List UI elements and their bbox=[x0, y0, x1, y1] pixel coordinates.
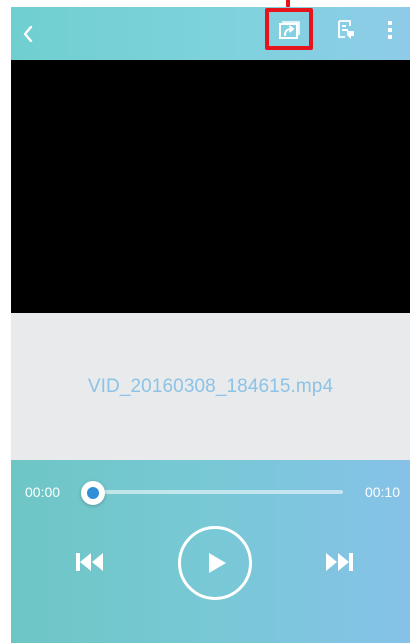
skip-next-icon bbox=[326, 553, 353, 571]
file-info-panel: VID_20160308_184615.mp4 bbox=[11, 313, 410, 460]
top-toolbar bbox=[11, 7, 410, 60]
current-time: 00:00 bbox=[25, 484, 61, 500]
play-icon bbox=[209, 553, 226, 573]
seek-thumb[interactable] bbox=[81, 481, 105, 505]
playback-controls: 00:00 00:10 bbox=[11, 460, 410, 643]
share-to-screen-button[interactable] bbox=[265, 7, 313, 60]
details-icon bbox=[338, 19, 354, 39]
play-button[interactable] bbox=[178, 526, 252, 600]
video-player-screen: VID_20160308_184615.mp4 00:00 00:10 bbox=[0, 0, 410, 643]
seek-thumb-dot bbox=[87, 487, 99, 499]
total-time: 00:10 bbox=[364, 484, 400, 500]
more-vertical-icon bbox=[388, 20, 392, 39]
details-button[interactable] bbox=[329, 7, 363, 60]
previous-button[interactable] bbox=[65, 544, 115, 580]
chevron-left-icon bbox=[23, 25, 33, 42]
skip-previous-icon bbox=[76, 553, 103, 571]
annotation-highlight-box bbox=[265, 8, 313, 50]
more-options-button[interactable] bbox=[373, 7, 407, 60]
file-name: VID_20160308_184615.mp4 bbox=[87, 375, 334, 397]
video-surface[interactable] bbox=[11, 60, 410, 313]
seek-bar[interactable] bbox=[93, 490, 343, 494]
next-button[interactable] bbox=[314, 544, 364, 580]
back-button[interactable] bbox=[11, 7, 45, 60]
